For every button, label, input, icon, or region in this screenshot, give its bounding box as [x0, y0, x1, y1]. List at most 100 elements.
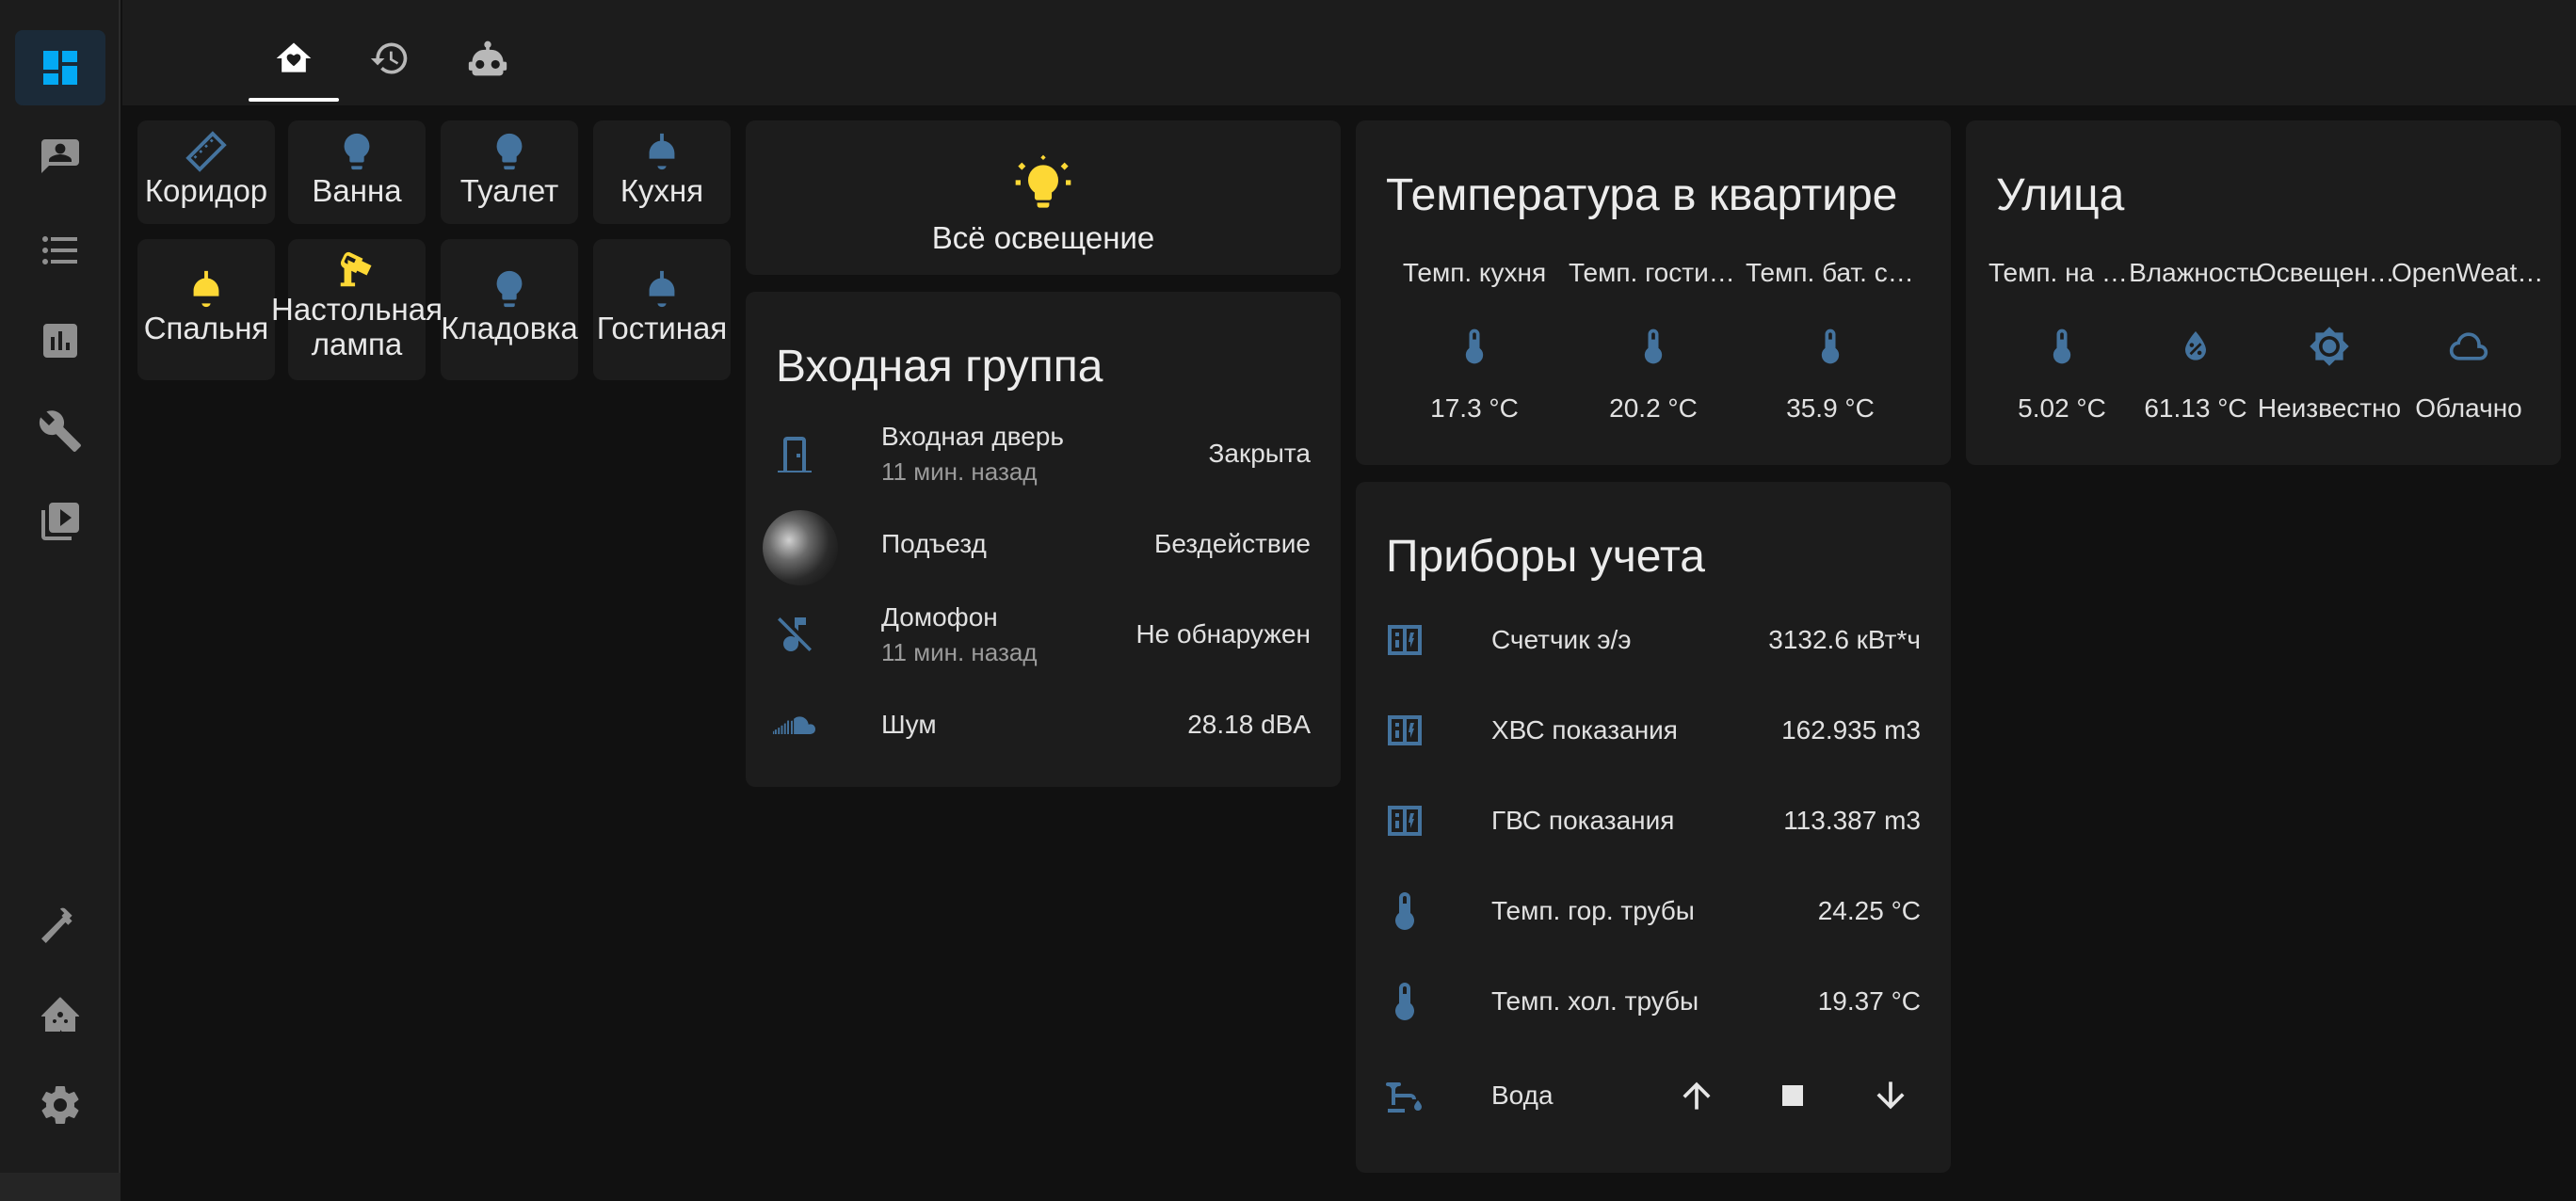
- history-tab[interactable]: [345, 23, 435, 102]
- entity-last-changed: 11 мин. назад: [881, 638, 1038, 666]
- entity-row-stairwell[interactable]: Подъезд Бездействие: [746, 499, 1341, 589]
- tile-corridor[interactable]: Коридор: [137, 120, 275, 224]
- entity-name: Темп. хол. трубы: [1491, 986, 1699, 1016]
- entity-name: ХВС показания: [1491, 715, 1678, 745]
- glance-name: Влажность: [2129, 258, 2262, 287]
- stop-icon: [1772, 1075, 1813, 1116]
- tile-label: Спальня: [143, 311, 269, 345]
- sidebar-item-history[interactable]: [15, 303, 105, 378]
- sidebar-footer: [0, 1173, 121, 1201]
- entity-row-cold-water[interactable]: ХВС показания 162.935 m3: [1356, 685, 1951, 776]
- cloud-icon: [2448, 326, 2489, 367]
- entrance-card: Входная группа Входная дверь 11 мин. наз…: [746, 292, 1341, 787]
- tile-label: Коридор: [144, 173, 268, 208]
- tile-toilet[interactable]: Туалет: [441, 120, 578, 224]
- sidebar-item-tools[interactable]: [15, 393, 105, 469]
- temperature-card: Температура в квартире Темп. кухня 17.3 …: [1356, 120, 1951, 465]
- glance-item-weather[interactable]: OpenWeatherMap Облачно: [2391, 258, 2546, 424]
- thermometer-icon: [2041, 326, 2083, 367]
- close-button[interactable]: [1864, 1069, 1917, 1122]
- glance-item-outdoor-temp[interactable]: Темп. на улице 5.02 °C: [1988, 258, 2135, 424]
- entity-row-hot-pipe-temp[interactable]: Темп. гор. трубы 24.25 °C: [1356, 866, 1951, 956]
- history-icon: [38, 318, 83, 363]
- sidebar-item-media[interactable]: [15, 484, 105, 559]
- entity-state: Не обнаружен: [1135, 619, 1311, 649]
- card-title: Приборы учета: [1386, 532, 1705, 582]
- glance-item-living-temp[interactable]: Темп. гостиная 20.2 °C: [1569, 258, 1738, 424]
- entity-name: Вода: [1491, 1081, 1554, 1110]
- settings-icon: [38, 1082, 83, 1128]
- glance-state: 20.2 °C: [1609, 393, 1698, 423]
- entity-state: 3132.6 кВт*ч: [1768, 625, 1921, 654]
- media-icon: [38, 499, 83, 544]
- automations-tab[interactable]: [443, 23, 533, 102]
- glance-state: 35.9 °C: [1786, 393, 1875, 423]
- developer-tools-icon: [38, 902, 83, 947]
- glance-item-humidity[interactable]: Влажность 61.13 °C: [2122, 258, 2269, 424]
- map-icon: [38, 136, 83, 181]
- entity-name: Подъезд: [881, 529, 987, 558]
- history-icon: [369, 38, 411, 79]
- music-off-icon: [772, 612, 817, 657]
- entity-state: 162.935 m3: [1781, 715, 1921, 745]
- sidebar-item-developer-tools[interactable]: [15, 887, 105, 962]
- sidebar-item-map[interactable]: [15, 120, 105, 196]
- glance-state: Неизвестно: [2257, 393, 2402, 423]
- sidebar-item-overview[interactable]: [15, 30, 105, 105]
- entity-row-hot-water[interactable]: ГВС показания 113.387 m3: [1356, 776, 1951, 866]
- tile-pantry[interactable]: Кладовка: [441, 239, 578, 380]
- meter-icon: [1382, 617, 1427, 663]
- thermometer-icon: [1810, 326, 1851, 367]
- entity-state: Закрыта: [1208, 439, 1311, 468]
- street-card: Улица Темп. на улице 5.02 °C Влажность 6…: [1966, 120, 2561, 465]
- glance-item-illuminance[interactable]: Освещенность Неизвестно: [2256, 258, 2403, 424]
- entity-row-electricity-meter[interactable]: Счетчик э/э 3132.6 кВт*ч: [1356, 595, 1951, 685]
- meters-card: Приборы учета Счетчик э/э 3132.6 кВт*ч Х…: [1356, 482, 1951, 1173]
- entity-state: 28.18 dBA: [1187, 710, 1311, 739]
- meter-icon: [1382, 708, 1427, 753]
- entity-row-front-door[interactable]: Входная дверь 11 мин. назад Закрыта: [746, 408, 1341, 499]
- glance-name: Темп. гостиная: [1569, 258, 1738, 287]
- dashboard-icon: [38, 45, 83, 90]
- card-title: Температура в квартире: [1386, 170, 1898, 220]
- entity-row-noise[interactable]: Шум 28.18 dBA: [746, 680, 1341, 770]
- entity-state: 19.37 °C: [1817, 986, 1921, 1016]
- glance-name: OpenWeatherMap: [2391, 258, 2546, 287]
- glance-state: Облачно: [2415, 393, 2522, 423]
- all-lights-button[interactable]: Всё освещение: [746, 120, 1341, 275]
- faucet-icon: [1382, 1073, 1427, 1118]
- sidebar-item-settings[interactable]: [15, 1067, 105, 1143]
- glance-name: Темп. бат. спальня: [1746, 258, 1915, 287]
- entity-row-cold-pipe-temp[interactable]: Темп. хол. трубы 19.37 °C: [1356, 956, 1951, 1047]
- tile-living-room[interactable]: Гостиная: [593, 239, 731, 380]
- entity-state: 113.387 m3: [1783, 806, 1921, 835]
- entity-row-water-valve[interactable]: Вода: [1356, 1050, 1951, 1141]
- stop-button[interactable]: [1766, 1069, 1819, 1122]
- tile-kitchen[interactable]: Кухня: [593, 120, 731, 224]
- lightbulb-icon: [488, 267, 531, 311]
- entity-name: Шум: [881, 710, 937, 739]
- top-bar: [122, 0, 2576, 105]
- tile-label: Кухня: [620, 173, 704, 208]
- tile-label: Ванна: [312, 173, 402, 208]
- glance-item-kitchen-temp[interactable]: Темп. кухня 17.3 °C: [1390, 258, 1559, 424]
- open-button[interactable]: [1670, 1069, 1723, 1122]
- tile-label: Туалет: [459, 173, 559, 208]
- led-strip-icon: [185, 130, 228, 173]
- home-tab[interactable]: [249, 23, 339, 102]
- sidebar-item-supervisor[interactable]: [15, 977, 105, 1052]
- tile-desk-lamp[interactable]: Настольная лампа: [271, 239, 443, 380]
- sidebar-item-logbook[interactable]: [15, 213, 105, 288]
- all-lights-label: Всё освещение: [931, 220, 1155, 255]
- glance-name: Темп. кухня: [1402, 258, 1547, 287]
- glance-name: Освещенность: [2256, 258, 2403, 287]
- entity-row-intercom[interactable]: Домофон 11 мин. назад Не обнаружен: [746, 589, 1341, 680]
- ceiling-light-icon: [640, 267, 684, 311]
- desk-lamp-icon: [335, 248, 378, 292]
- home-heart-icon: [273, 38, 314, 79]
- entity-name: Входная дверь: [881, 422, 1064, 451]
- tile-bedroom[interactable]: Спальня: [137, 239, 275, 380]
- tile-bath[interactable]: Ванна: [288, 120, 426, 224]
- glance-item-radiator-temp[interactable]: Темп. бат. спальня 35.9 °C: [1746, 258, 1915, 424]
- entity-name: Темп. гор. трубы: [1491, 896, 1695, 925]
